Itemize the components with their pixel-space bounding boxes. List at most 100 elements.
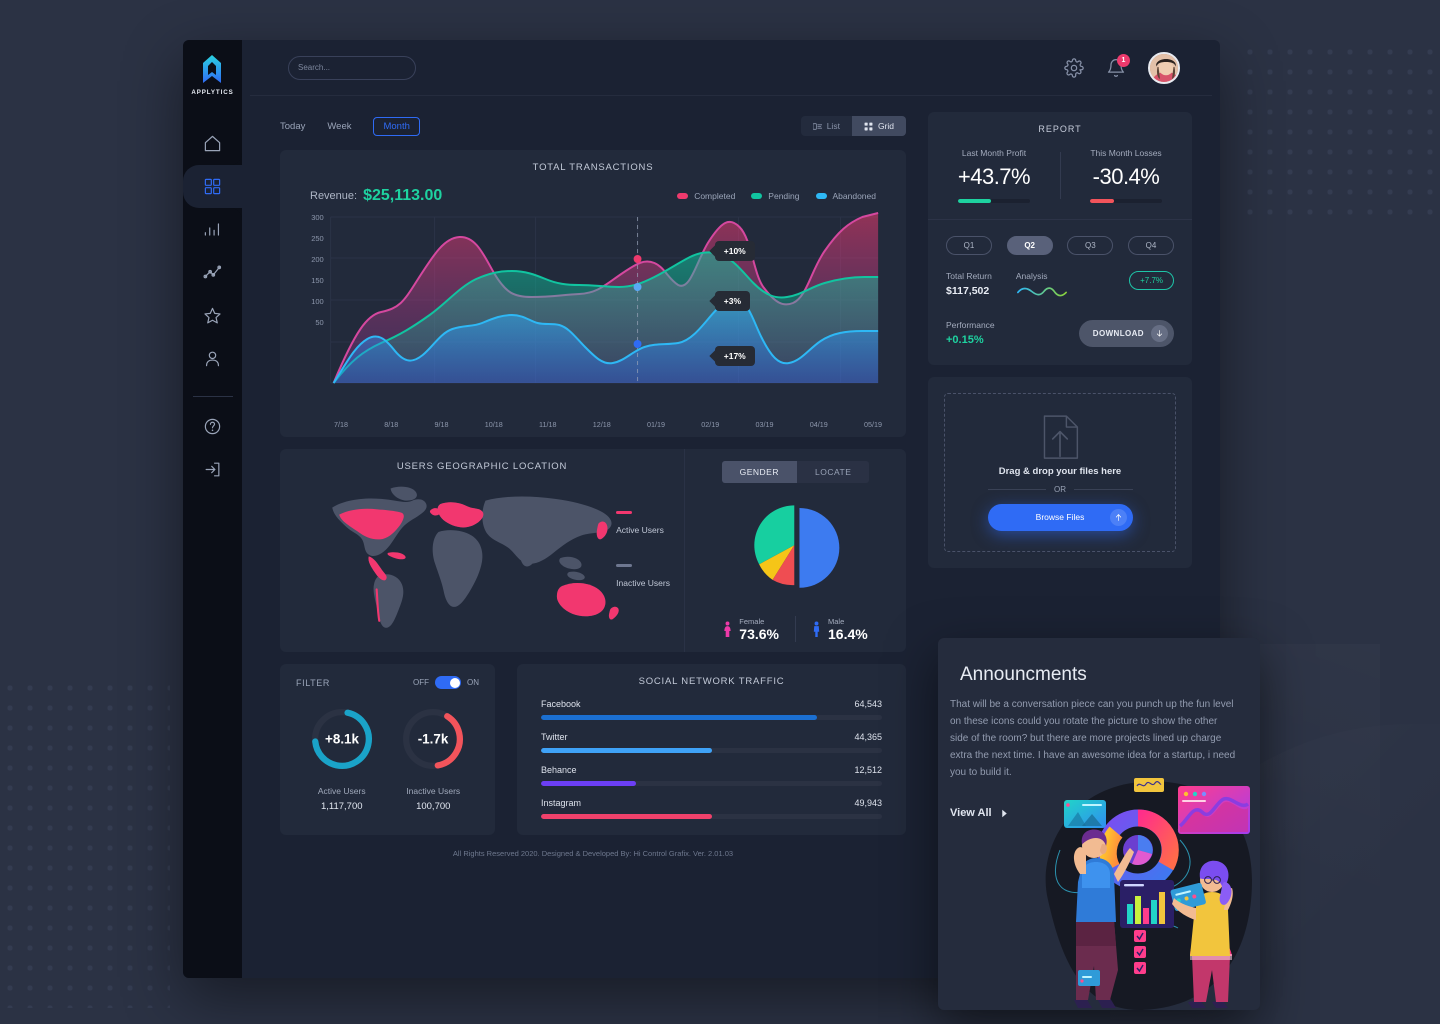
tab-gender[interactable]: GENDER (721, 461, 797, 483)
female-value: 73.6% (739, 625, 779, 642)
avatar-image (1150, 53, 1178, 82)
report-card: REPORT Last Month Profit +43.7% This Mon… (928, 112, 1192, 365)
settings-button[interactable] (1064, 57, 1084, 78)
download-button[interactable]: DOWNLOAD (1078, 319, 1174, 347)
quarter-q2[interactable]: Q2 (1006, 235, 1053, 255)
legend-inactive-users: Inactive Users (616, 564, 670, 591)
area-chart-svg: 300 250 200 150 100 50 (311, 212, 879, 384)
gear-icon (1064, 57, 1084, 78)
brand-name: APPLYTICS (191, 89, 234, 96)
inactive-users-number: 100,700 (416, 801, 451, 812)
view-list-button[interactable]: List (801, 116, 852, 136)
brand-logo[interactable]: APPLYTICS (191, 54, 233, 96)
view-grid-button[interactable]: Grid (851, 116, 906, 136)
toggle-on-label: ON (467, 678, 479, 687)
sidebar-item-analytics[interactable] (183, 251, 242, 294)
sidebar-item-dashboard[interactable] (183, 153, 242, 220)
gender-stats: Female 73.6% Male 16.4% (699, 616, 892, 642)
star-icon (204, 307, 221, 324)
progress-track (541, 748, 882, 753)
quarter-q1[interactable]: Q1 (946, 235, 992, 255)
x-tick: 9/18 (434, 420, 449, 429)
x-tick: 12/18 (592, 420, 611, 429)
sidebar-item-logout[interactable] (183, 448, 242, 491)
quarter-q3[interactable]: Q3 (1067, 235, 1114, 255)
profit-label: Last Month Profit (961, 148, 1027, 158)
profit-fill (958, 199, 992, 203)
progress-track (541, 781, 882, 786)
sidebar-nav (183, 122, 242, 491)
x-tick: 05/19 (863, 420, 882, 429)
progress-track (541, 715, 882, 720)
tab-month[interactable]: Month (373, 116, 420, 136)
social-label-instagram: Instagram (541, 798, 582, 808)
chevron-right-icon (1001, 809, 1007, 817)
upload-arrow-icon (1115, 513, 1121, 521)
inactive-users-label: Inactive Users (406, 786, 461, 796)
social-label-behance: Behance (541, 765, 577, 775)
geo-gender-row: USERS GEOGRAPHIC LOCATION Active Users I… (280, 449, 906, 652)
filter-toggle[interactable] (435, 676, 461, 689)
analysis-label: Analysis (1015, 270, 1048, 281)
female-icon (724, 621, 731, 637)
total-return-label: Total Return (946, 270, 992, 281)
download-arrow-icon (1156, 329, 1163, 336)
browse-files-label: Browse Files (1035, 512, 1085, 522)
x-tick: 04/19 (809, 420, 828, 429)
active-users-ring: +8.1k (311, 709, 372, 769)
tab-locate[interactable]: LOCATE (797, 461, 869, 483)
filter-header: FILTER OFF ON (296, 676, 479, 689)
social-row-instagram: Instagram 49,943 (541, 798, 882, 819)
filter-title: FILTER (296, 677, 330, 688)
tab-today[interactable]: Today (280, 121, 305, 132)
tab-week[interactable]: Week (327, 121, 351, 132)
active-users-number: 1,117,700 (320, 801, 363, 812)
download-label: DOWNLOAD (1092, 328, 1144, 338)
search-input[interactable] (298, 63, 408, 72)
active-users-label: Active Users (317, 786, 366, 796)
search-box[interactable] (288, 55, 416, 80)
performance-value: +0.15% (946, 334, 984, 346)
legend-pending[interactable]: Pending (751, 191, 800, 201)
or-text: OR (1054, 484, 1066, 494)
gender-pie-chart (744, 495, 848, 604)
topbar-actions: 1 (1064, 51, 1180, 84)
sidebar-item-favorites[interactable] (183, 294, 242, 337)
browse-files-button[interactable]: Browse Files (987, 503, 1133, 531)
or-line-left (987, 488, 1046, 490)
sidebar-divider (192, 396, 233, 397)
tooltip-abandoned: +17% (714, 346, 755, 366)
view-grid-label: Grid (877, 121, 894, 131)
legend-label-abandoned: Abandoned (832, 191, 877, 201)
transactions-title: TOTAL TRANSACTIONS (532, 162, 654, 173)
sidebar-item-help[interactable] (183, 405, 242, 448)
losses-label: This Month Losses (1090, 148, 1162, 158)
bottom-row: FILTER OFF ON +8.1k Active Users 1,117,7… (280, 664, 906, 835)
progress-track (541, 814, 882, 819)
legend-abandoned[interactable]: Abandoned (815, 191, 877, 201)
svg-text:250: 250 (311, 234, 324, 243)
geo-legend: Active Users Inactive Users (616, 511, 670, 617)
topbar: 1 (250, 40, 1212, 96)
dropzone[interactable]: Drag & drop your files here OR Browse Fi… (944, 392, 1176, 552)
svg-text:200: 200 (311, 255, 324, 264)
stat-female: Female 73.6% (707, 617, 795, 642)
social-value-instagram: 49,943 (854, 798, 882, 808)
legend-completed[interactable]: Completed (677, 191, 735, 201)
male-value: 16.4% (828, 625, 868, 642)
quarter-q4[interactable]: Q4 (1127, 235, 1174, 255)
sidebar-item-profile[interactable] (183, 337, 242, 380)
notification-badge: 1 (1117, 53, 1130, 67)
legend-dot-abandoned (815, 193, 827, 199)
losses-fill (1090, 199, 1114, 203)
notifications-button[interactable]: 1 (1106, 53, 1130, 78)
question-circle-icon (204, 418, 221, 435)
background-dots-bottom-left (0, 678, 170, 1008)
x-tick: 02/19 (701, 420, 720, 429)
logout-icon (205, 462, 220, 477)
x-tick: 10/18 (484, 420, 503, 429)
losses-value: -30.4% (1092, 164, 1160, 189)
sidebar-item-statistics[interactable] (183, 208, 242, 251)
avatar[interactable] (1148, 51, 1180, 84)
analysis-sparkline (1016, 286, 1067, 296)
